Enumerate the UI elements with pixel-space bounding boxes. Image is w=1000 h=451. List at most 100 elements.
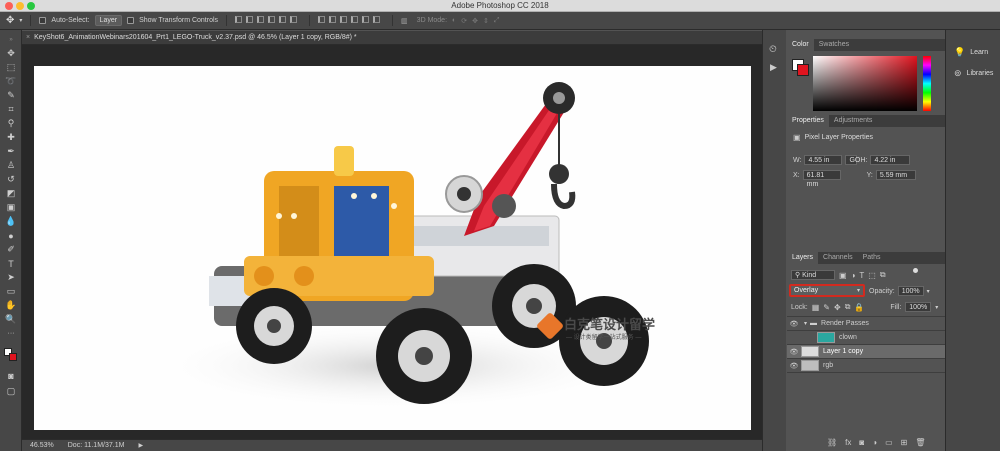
- marquee-tool-icon[interactable]: ⬚: [4, 62, 18, 73]
- tab-channels[interactable]: Channels: [818, 252, 858, 264]
- distribute-hcenter-icon[interactable]: [362, 16, 370, 23]
- background-color-chip[interactable]: [797, 64, 809, 76]
- tool-preset-chevron-icon[interactable]: ▾: [19, 17, 22, 24]
- align-left-icon[interactable]: [268, 16, 276, 23]
- tab-layers[interactable]: Layers: [787, 252, 819, 264]
- lock-position-icon[interactable]: ✥: [834, 303, 841, 312]
- opacity-field[interactable]: 100%: [897, 286, 924, 296]
- align-right-icon[interactable]: [290, 16, 298, 23]
- layer-row-layer-1-copy[interactable]: 👁 Layer 1 copy: [787, 345, 945, 359]
- doc-size[interactable]: Doc: 11.1M/37.1M: [68, 442, 125, 449]
- align-center-icon[interactable]: [279, 16, 287, 23]
- healing-brush-tool-icon[interactable]: ✚: [4, 132, 18, 143]
- zoom-tool-icon[interactable]: 🔍: [4, 314, 18, 325]
- blur-tool-icon[interactable]: 💧: [4, 216, 18, 227]
- visibility-eye-icon[interactable]: 👁: [787, 320, 801, 328]
- brush-tool-icon[interactable]: ✒: [4, 146, 18, 157]
- visibility-eye-icon[interactable]: 👁: [787, 348, 801, 356]
- tab-paths[interactable]: Paths: [858, 252, 886, 264]
- screen-mode-icon[interactable]: ▢: [4, 386, 18, 397]
- 3d-orbit-icon[interactable]: ◐: [452, 17, 456, 24]
- lock-all-icon[interactable]: 🔒: [854, 303, 864, 312]
- y-field[interactable]: 5.59 mm: [875, 170, 916, 180]
- zoom-level[interactable]: 46.53%: [30, 442, 54, 449]
- show-transform-checkbox[interactable]: [127, 17, 135, 24]
- tab-swatches[interactable]: Swatches: [814, 39, 854, 51]
- history-panel-icon[interactable]: ⏲: [769, 44, 777, 55]
- 3d-pan-icon[interactable]: ✥: [472, 17, 478, 25]
- filter-pixel-icon[interactable]: ▣: [839, 271, 847, 280]
- move-tool-icon[interactable]: ✥: [6, 15, 14, 26]
- hue-slider[interactable]: [923, 56, 931, 111]
- type-tool-icon[interactable]: T: [4, 258, 18, 269]
- adjustment-layer-icon[interactable]: ◑: [872, 438, 877, 447]
- link-layers-icon[interactable]: ⛓: [827, 438, 837, 447]
- lock-artboard-icon[interactable]: ⧉: [845, 302, 851, 312]
- dodge-tool-icon[interactable]: ●: [4, 230, 18, 241]
- 3d-scale-icon[interactable]: ⤢: [494, 17, 500, 25]
- opacity-chevron-icon[interactable]: ▾: [927, 288, 930, 295]
- actions-panel-icon[interactable]: ▶: [770, 62, 777, 73]
- quick-mask-icon[interactable]: ◙: [4, 370, 18, 381]
- move-tool-icon[interactable]: ✥: [4, 48, 18, 59]
- new-group-icon[interactable]: ▭: [885, 438, 893, 447]
- filter-adjustment-icon[interactable]: ◑: [851, 271, 856, 280]
- path-selection-tool-icon[interactable]: ➤: [4, 272, 18, 283]
- lasso-tool-icon[interactable]: ➰: [4, 76, 18, 87]
- color-picker-field[interactable]: [813, 56, 917, 111]
- distribute-vcenter-icon[interactable]: [329, 16, 337, 23]
- distribute-left-icon[interactable]: [351, 16, 359, 23]
- hand-tool-icon[interactable]: ✋: [4, 300, 18, 311]
- status-arrow-icon[interactable]: ▶: [138, 442, 143, 449]
- more-tools-icon[interactable]: ···: [4, 328, 18, 339]
- layer-row-rgb[interactable]: 👁 rgb: [787, 359, 945, 373]
- pen-tool-icon[interactable]: ✐: [4, 244, 18, 255]
- fill-field[interactable]: 100%: [905, 302, 932, 312]
- distribute-right-icon[interactable]: [373, 16, 381, 23]
- learn-button[interactable]: 💡 Learn: [954, 47, 988, 58]
- add-mask-icon[interactable]: ◙: [859, 438, 864, 447]
- visibility-eye-icon[interactable]: 👁: [787, 362, 801, 370]
- lock-transparent-icon[interactable]: ▦: [812, 303, 820, 312]
- blend-mode-dropdown[interactable]: Overlay ▾: [789, 284, 865, 297]
- quick-select-tool-icon[interactable]: ✎: [4, 90, 18, 101]
- canvas-image[interactable]: 白克笔设计留学 — 设计类留学一站式服务 —: [34, 66, 751, 430]
- filter-shape-icon[interactable]: ⬚: [868, 271, 876, 280]
- x-field[interactable]: 61.81 mm: [802, 170, 841, 188]
- auto-align-icon[interactable]: ▥: [401, 17, 408, 25]
- document-tab[interactable]: × KeyShot6_AnimationWebinars201604_Prt1_…: [22, 31, 762, 45]
- group-expand-chevron-icon[interactable]: ▾: [804, 320, 807, 327]
- clone-stamp-tool-icon[interactable]: ♙: [4, 160, 18, 171]
- lock-pixels-icon[interactable]: ✎: [823, 303, 830, 312]
- distribute-top-icon[interactable]: [318, 16, 326, 23]
- rectangle-tool-icon[interactable]: ▭: [4, 286, 18, 297]
- align-top-icon[interactable]: [235, 16, 243, 23]
- trash-icon[interactable]: 🗑: [915, 438, 925, 447]
- layer-row-clown[interactable]: clown: [787, 331, 945, 345]
- fill-chevron-icon[interactable]: ▾: [935, 304, 938, 311]
- auto-select-dropdown[interactable]: Layer: [94, 15, 123, 26]
- 3d-roll-icon[interactable]: ⟳: [461, 17, 467, 25]
- link-dimensions-button[interactable]: GO: [845, 155, 860, 165]
- height-field[interactable]: 4.22 in: [870, 155, 911, 165]
- distribute-bottom-icon[interactable]: [340, 16, 348, 23]
- history-brush-tool-icon[interactable]: ↺: [4, 174, 18, 185]
- tab-adjustments[interactable]: Adjustments: [829, 115, 878, 127]
- eraser-tool-icon[interactable]: ◩: [4, 188, 18, 199]
- toolbar-collapse-icon[interactable]: »: [4, 34, 18, 45]
- width-field[interactable]: 4.55 in: [804, 155, 843, 165]
- new-layer-icon[interactable]: ⊞: [901, 438, 908, 447]
- gradient-tool-icon[interactable]: ▣: [4, 202, 18, 213]
- layer-filter-dropdown[interactable]: ⚲ Kind: [791, 270, 835, 280]
- filter-type-icon[interactable]: T: [859, 271, 864, 280]
- crop-tool-icon[interactable]: ⌗: [4, 104, 18, 115]
- tab-color[interactable]: Color: [787, 39, 814, 51]
- align-bottom-icon[interactable]: [257, 16, 265, 23]
- layer-row-render-passes[interactable]: 👁 ▾ ▬ Render Passes: [787, 317, 945, 331]
- background-color-swatch[interactable]: [9, 353, 17, 361]
- libraries-button[interactable]: ⊚ Libraries: [954, 68, 993, 79]
- eyedropper-tool-icon[interactable]: ⚲: [4, 118, 18, 129]
- fx-icon[interactable]: fx: [845, 438, 851, 447]
- auto-select-checkbox[interactable]: [39, 17, 47, 24]
- filter-toggle-icon[interactable]: [913, 268, 918, 273]
